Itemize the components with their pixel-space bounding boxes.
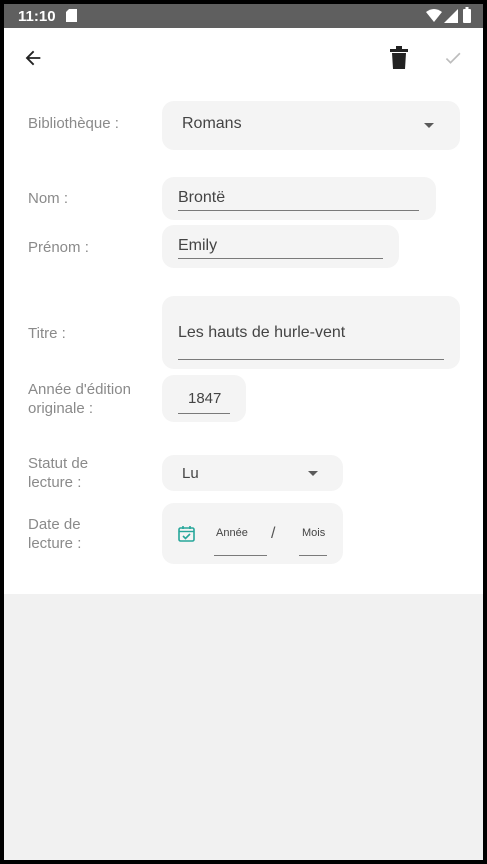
first-name-underline: [178, 258, 383, 259]
original-year-value: 1847: [188, 390, 222, 407]
check-icon: [445, 52, 461, 64]
title-label: Titre :: [28, 325, 66, 342]
reading-date-field: Année / Mois: [162, 503, 343, 564]
original-year-label: Année d'édition originale :: [28, 380, 158, 418]
book-form: Bibliothèque : Romans Nom : Brontë Préno…: [4, 28, 483, 594]
reading-month-underline: [299, 555, 327, 556]
original-year-field[interactable]: 1847: [162, 375, 246, 422]
sd-card-icon: [66, 9, 77, 22]
first-name-value: Emily: [178, 237, 218, 254]
title-field[interactable]: Les hauts de hurle-vent: [162, 296, 460, 369]
last-name-value: Brontë: [178, 189, 226, 206]
reading-year-underline: [214, 555, 267, 556]
trash-icon: [390, 46, 408, 69]
original-year-underline: [178, 413, 230, 414]
confirm-button[interactable]: [443, 48, 463, 73]
reading-status-value: Lu: [182, 465, 199, 482]
content-area: Bibliothèque : Romans Nom : Brontë Préno…: [4, 28, 483, 860]
reading-status-dropdown[interactable]: Lu: [162, 455, 343, 491]
library-dropdown[interactable]: Romans: [162, 101, 460, 150]
arrow-left-icon: [25, 50, 41, 66]
library-value: Romans: [182, 115, 242, 132]
signal-icon: [444, 9, 458, 23]
library-label: Bibliothèque :: [28, 115, 119, 132]
reading-status-label-line2: lecture :: [28, 474, 82, 491]
chevron-down-icon: [308, 471, 318, 476]
last-name-underline: [178, 210, 419, 211]
status-bar: 11:10: [4, 4, 483, 28]
original-year-label-line2: originale :: [28, 400, 94, 417]
status-time: 11:10: [18, 8, 56, 25]
back-button[interactable]: [22, 47, 44, 74]
battery-icon: [463, 7, 471, 23]
last-name-label: Nom :: [28, 190, 69, 207]
title-value: Les hauts de hurle-vent: [178, 324, 346, 341]
first-name-field[interactable]: Emily: [162, 225, 399, 268]
reading-date-label-line2: lecture :: [28, 535, 82, 552]
title-underline: [178, 359, 444, 360]
reading-year-input[interactable]: Année: [216, 527, 248, 539]
delete-button[interactable]: [389, 46, 409, 75]
reading-status-label: Statut de lecture :: [28, 454, 148, 492]
app-screen: 11:10 Bibliothèque: Romans Nom: Brontë…: [0, 0, 487, 864]
reading-date-label: Date de lecture :: [28, 515, 148, 553]
reading-month-input[interactable]: Mois: [302, 527, 325, 539]
reading-date-label-line1: Date de: [28, 516, 81, 533]
calendar-check-icon[interactable]: [178, 525, 195, 542]
last-name-field[interactable]: Brontë: [162, 177, 436, 220]
chevron-down-icon: [424, 123, 434, 128]
date-separator: /: [271, 525, 276, 542]
reading-status-label-line1: Statut de: [28, 455, 89, 472]
original-year-label-line1: Année d'édition: [28, 381, 131, 398]
first-name-label: Prénom :: [28, 239, 89, 256]
wifi-icon: [426, 9, 442, 22]
